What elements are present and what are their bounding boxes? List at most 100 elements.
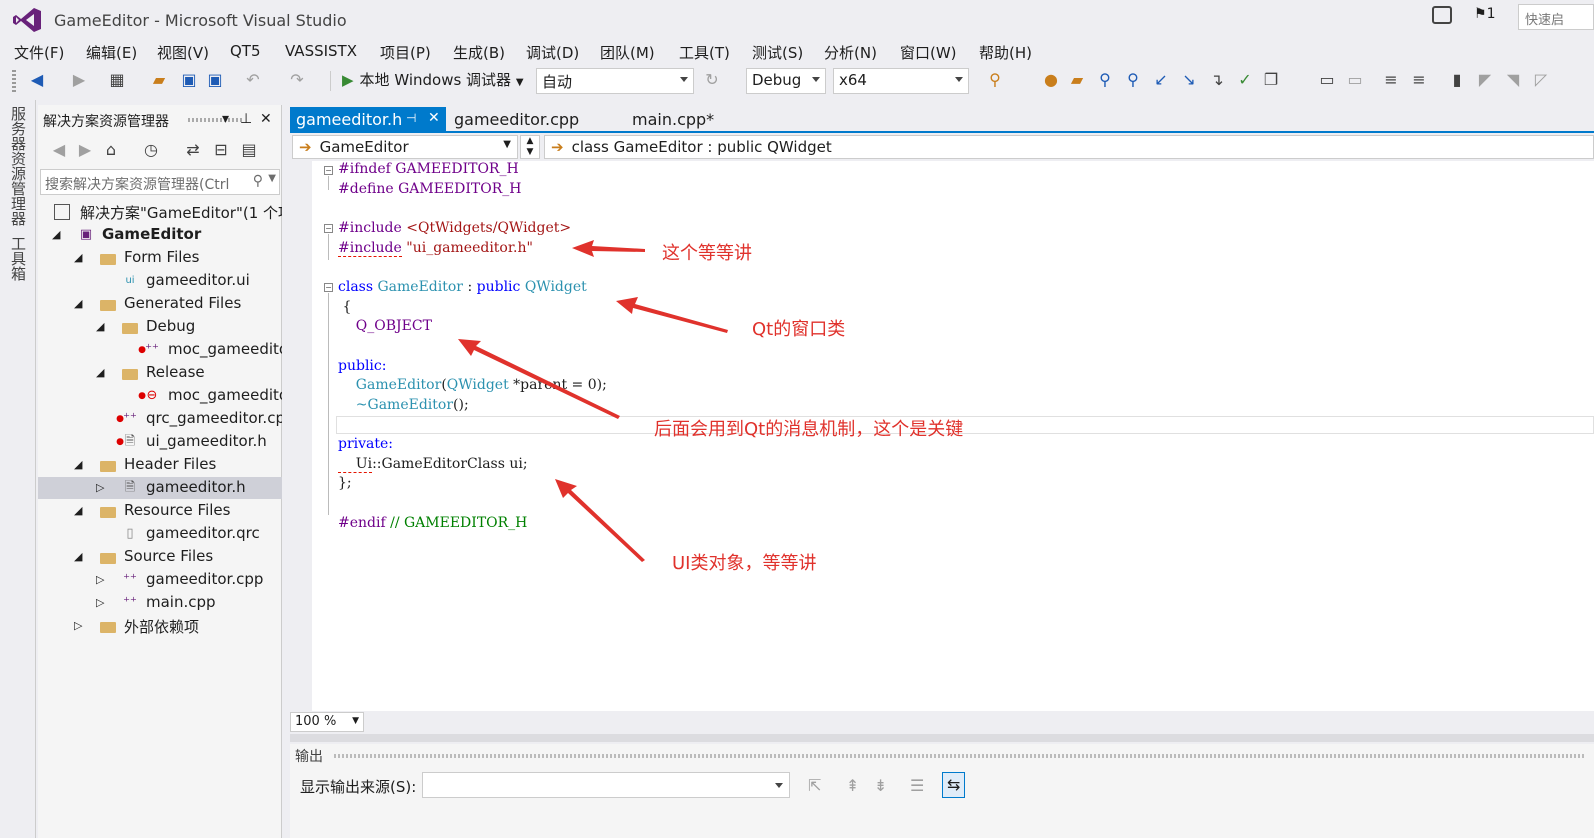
collapse-icon[interactable]: − (324, 166, 333, 175)
clear-all-icon[interactable]: ☰ (910, 776, 924, 795)
refresh-icon[interactable]: ↻ (703, 71, 721, 89)
platform-combo[interactable]: x64 (833, 68, 969, 94)
save-icon[interactable]: ▣ (180, 71, 198, 89)
tab-main-cpp[interactable]: main.cpp* (626, 107, 720, 133)
feedback-icon[interactable] (1432, 6, 1452, 24)
menu-help[interactable]: 帮助(H) (979, 42, 1032, 63)
quick-launch-input[interactable]: 快速启 (1518, 4, 1594, 30)
tree-item-resource-files[interactable]: ◢ Resource Files (38, 500, 282, 522)
tree-item-gameeditor-cpp[interactable]: ▷ ⁺⁺ gameeditor.cpp (38, 569, 282, 591)
tree-item-project[interactable]: ◢ ▣ GameEditor (38, 224, 282, 246)
back-icon[interactable]: ◀ (50, 141, 68, 159)
close-icon[interactable]: ✕ (428, 110, 440, 126)
forward-icon[interactable]: ▶ (70, 71, 88, 89)
go-to-icon[interactable]: ↙ (1152, 71, 1170, 89)
qt-icon[interactable]: ● (1042, 71, 1060, 89)
tree-item-ui-header[interactable]: ● 🗎 ui_gameeditor.h (38, 431, 282, 453)
tree-item-debug-folder[interactable]: ◢ Debug (38, 316, 282, 338)
search-icon[interactable]: ⚲ (1124, 71, 1142, 89)
prev-bookmark-icon[interactable]: ◤ (1476, 71, 1494, 89)
member-combo[interactable]: ➔ class GameEditor : public QWidget (544, 135, 1594, 159)
start-debugging-button[interactable]: ▶ 本地 Windows 调试器 ▼ (342, 69, 524, 93)
menu-debug[interactable]: 调试(D) (526, 42, 579, 63)
tree-item-gameeditor-h[interactable]: ▷ 🗎 gameeditor.h (38, 477, 282, 499)
find-symbol-icon[interactable]: ⚲ (1096, 71, 1114, 89)
menu-test[interactable]: 测试(S) (752, 42, 803, 63)
menu-edit[interactable]: 编辑(E) (86, 42, 137, 63)
toolbox-tab[interactable]: 工具箱 (8, 236, 29, 281)
scope-combo[interactable]: ➔ GameEditor ▼ (292, 135, 518, 159)
solution-search-input[interactable]: 搜索解决方案资源管理器(Ctrl ⚲ ▼ (40, 169, 280, 195)
word-wrap-icon[interactable]: ⇆ (942, 772, 966, 798)
tree-item-external-deps[interactable]: ▷ 外部依赖项 (38, 615, 282, 637)
split-scroll-button[interactable]: ▲ ▼ (520, 135, 540, 159)
tree-item-qrc-cpp[interactable]: ● ⁺⁺ qrc_gameeditor.cp (38, 408, 282, 430)
tree-item-release-folder[interactable]: ◢ Release (38, 362, 282, 384)
previous-message-icon[interactable]: ⇞ (846, 776, 859, 795)
undo-icon[interactable]: ↶ (244, 71, 262, 89)
menu-project[interactable]: 项目(P) (380, 42, 431, 63)
horizontal-scrollbar[interactable] (290, 734, 1594, 742)
save-all-icon[interactable]: ▣ (206, 71, 224, 89)
zoom-combo[interactable]: 100 % ▼ (290, 712, 364, 732)
tree-item-source-files[interactable]: ◢ Source Files (38, 546, 282, 568)
next-message-icon[interactable]: ⇟ (874, 776, 887, 795)
outdent-icon[interactable]: ≡ (1410, 71, 1428, 89)
history-icon[interactable]: ◷ (142, 141, 160, 159)
notification-flag[interactable]: ⚑1 (1474, 6, 1495, 22)
find-message-icon[interactable]: ⇱ (808, 776, 821, 795)
tree-item-solution[interactable]: 解决方案"GameEditor"(1 个项 (38, 201, 282, 223)
menu-build[interactable]: 生成(B) (453, 42, 505, 63)
toolbar-grip[interactable] (12, 70, 16, 92)
find-in-files-icon[interactable]: ⚲ (986, 71, 1004, 89)
step-icon[interactable]: ↴ (1208, 71, 1226, 89)
new-project-icon[interactable]: ▦ (108, 71, 126, 89)
menu-tools[interactable]: 工具(T) (679, 42, 730, 63)
menu-window[interactable]: 窗口(W) (900, 42, 957, 63)
close-icon[interactable]: ✕ (260, 111, 272, 127)
back-icon[interactable]: ◀ (28, 71, 46, 89)
tree-item-moc-debug[interactable]: ● ⁺⁺ moc_gameedito (38, 339, 282, 361)
tree-item-generated-files[interactable]: ◢ Generated Files (38, 293, 282, 315)
clear-bookmarks-icon[interactable]: ◸ (1532, 71, 1550, 89)
server-explorer-tab[interactable]: 服务器资源管理器 (8, 106, 29, 226)
spell-check-icon[interactable]: ✓ (1236, 71, 1254, 89)
pin-icon[interactable]: ⊥ (240, 111, 252, 127)
properties-icon[interactable]: ▤ (240, 141, 258, 159)
menu-vassistx[interactable]: VASSISTX (285, 42, 357, 60)
copy-icon[interactable]: ❐ (1262, 71, 1280, 89)
go-forward-icon[interactable]: ↘ (1180, 71, 1198, 89)
uncomment-icon[interactable]: ▭ (1346, 71, 1364, 89)
indent-icon[interactable]: ≡ (1382, 71, 1400, 89)
panel-grip[interactable] (188, 118, 244, 122)
menu-view[interactable]: 视图(V) (157, 42, 209, 63)
tree-item-gameeditor-qrc[interactable]: ▯ gameeditor.qrc (38, 523, 282, 545)
solution-config-combo[interactable]: 自动 (536, 68, 694, 94)
redo-icon[interactable]: ↷ (288, 71, 306, 89)
configuration-combo[interactable]: Debug (746, 68, 826, 94)
comment-icon[interactable]: ▭ (1318, 71, 1336, 89)
sync-icon[interactable]: ⇄ (184, 141, 202, 159)
pin-icon[interactable]: ⊣ (406, 111, 416, 125)
next-bookmark-icon[interactable]: ◥ (1504, 71, 1522, 89)
tab-gameeditor-h[interactable]: gameeditor.h ⊣ ✕ (290, 107, 446, 133)
menu-team[interactable]: 团队(M) (600, 42, 655, 63)
menu-qt5[interactable]: QT5 (230, 42, 261, 60)
home-icon[interactable]: ⌂ (102, 141, 120, 159)
menu-analyze[interactable]: 分析(N) (824, 42, 877, 63)
tree-item-form-files[interactable]: ◢ Form Files (38, 247, 282, 269)
tree-item-main-cpp[interactable]: ▷ ⁺⁺ main.cpp (38, 592, 282, 614)
open-folder-icon[interactable]: ▰ (1068, 71, 1086, 89)
tree-item-header-files[interactable]: ◢ Header Files (38, 454, 282, 476)
tree-item-gameeditor-ui[interactable]: ui gameeditor.ui (38, 270, 282, 292)
collapse-icon[interactable]: − (324, 224, 333, 233)
dropdown-icon[interactable]: ▾ (222, 111, 229, 127)
menu-file[interactable]: 文件(F) (14, 42, 64, 63)
forward-icon[interactable]: ▶ (76, 141, 94, 159)
open-file-icon[interactable]: ▰ (150, 71, 168, 89)
tab-gameeditor-cpp[interactable]: gameeditor.cpp (448, 107, 585, 133)
bookmark-icon[interactable]: ▮ (1448, 71, 1466, 89)
collapse-icon[interactable]: − (324, 283, 333, 292)
collapse-all-icon[interactable]: ⊟ (212, 141, 230, 159)
output-source-combo[interactable] (422, 772, 790, 798)
